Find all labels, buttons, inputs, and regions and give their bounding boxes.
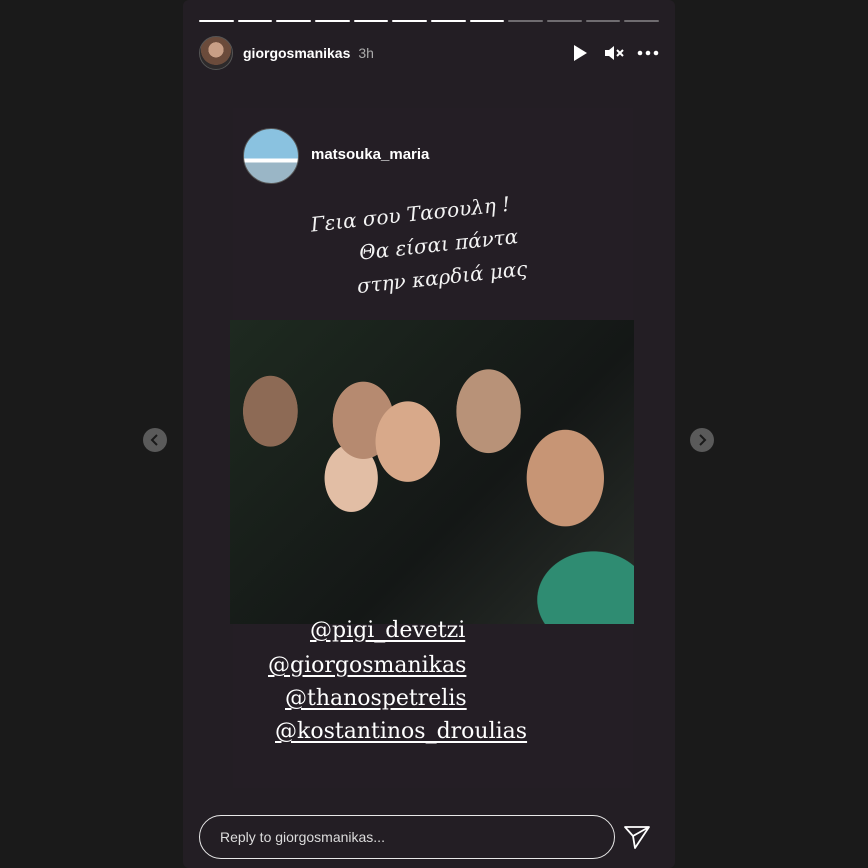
progress-segment [469,20,505,22]
mute-icon [605,46,624,60]
chevron-right-icon [699,434,707,446]
progress-segment [624,20,660,22]
story-viewer: giorgosmanikas 3h matsouka_maria Γεια σο… [183,0,675,868]
story-progress-bar [199,20,660,23]
chevron-left-icon [150,434,158,446]
next-story-button[interactable] [690,428,714,452]
mention-link[interactable]: @thanospetrelis [285,686,467,711]
play-button[interactable] [569,42,591,64]
shared-author-avatar [243,128,299,184]
play-icon [574,45,587,61]
send-icon [624,826,650,849]
author-username[interactable]: giorgosmanikas [243,45,350,61]
progress-segment [392,20,428,22]
group-photo [230,320,634,624]
progress-segment [585,20,621,22]
previous-story-button[interactable] [143,428,167,452]
mention-link[interactable]: @pigi_devetzi [310,618,465,643]
reply-input[interactable] [199,815,615,859]
more-options-button[interactable] [637,42,659,64]
progress-segment [199,20,234,22]
story-timestamp: 3h [358,45,374,61]
progress-segment [353,20,389,22]
story-header: giorgosmanikas 3h [199,36,659,70]
shared-author-username: matsouka_maria [311,146,430,163]
send-button[interactable] [623,823,651,851]
mention-link[interactable]: @giorgosmanikas [268,653,466,678]
progress-segment [431,20,466,22]
progress-segment [276,20,312,22]
progress-segment [315,20,350,22]
mute-button[interactable] [603,42,625,64]
progress-segment [237,20,273,22]
progress-segment [547,20,582,22]
author-avatar[interactable] [199,36,233,70]
more-icon [637,50,659,56]
shared-post-card[interactable]: matsouka_maria Γεια σου Τασουλη ! Θα είσ… [230,108,634,788]
mention-link[interactable]: @kostantinos_droulias [275,719,527,744]
progress-segment [508,20,544,22]
